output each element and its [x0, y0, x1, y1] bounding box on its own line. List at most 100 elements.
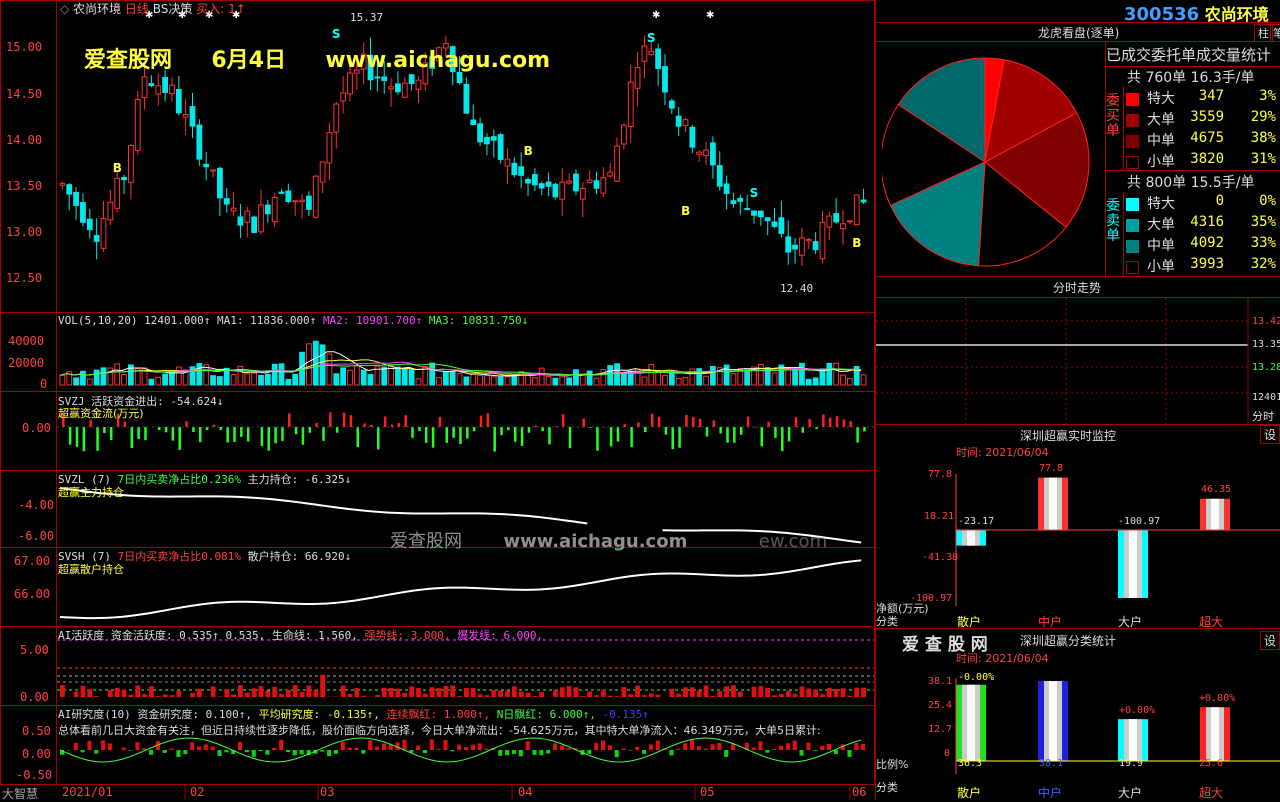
flow-bar	[671, 427, 674, 449]
sell-row: 中单409233%	[1126, 235, 1276, 255]
sell-row: 小单399332%	[1126, 256, 1276, 276]
volume-bar	[457, 373, 462, 385]
candle-body	[464, 84, 469, 113]
date-2: 03	[320, 785, 334, 799]
ai-bar	[122, 689, 127, 697]
flow-bar	[582, 419, 585, 427]
candle-body	[108, 202, 113, 220]
air-bar	[601, 740, 605, 750]
air-bar	[553, 743, 557, 750]
air-bar	[806, 743, 810, 750]
price-axis-5: 12.50	[6, 271, 42, 285]
candle-body	[546, 182, 551, 186]
watermark-url: www.aichagu.com	[325, 48, 550, 73]
buy-side-divider	[1123, 86, 1124, 170]
ai-bar	[539, 692, 544, 697]
legend-swatch-icon	[1126, 219, 1139, 232]
candle-body	[847, 221, 852, 222]
air-bar	[176, 750, 180, 757]
ai-bar	[560, 687, 565, 697]
flow-bar	[144, 427, 147, 440]
flow-bar	[267, 427, 270, 451]
candle-body	[779, 218, 784, 234]
air-bar	[505, 750, 509, 755]
candle-body	[67, 185, 72, 194]
ai-bar	[615, 696, 620, 697]
ai-bar	[231, 695, 236, 697]
price-axis-3: 13.50	[6, 179, 42, 193]
stroke-mode-button[interactable]: 笔	[1270, 24, 1280, 42]
volume-bar	[334, 374, 339, 385]
candle-body	[217, 168, 222, 198]
vol-value: 12401.000↑	[144, 314, 210, 327]
candle-body	[656, 49, 661, 68]
tj-val-0: 36.3	[958, 758, 982, 769]
chart-period[interactable]: 日线	[125, 2, 149, 16]
volume-bar	[122, 374, 127, 385]
ai-bar	[642, 695, 647, 697]
flow-bar	[795, 417, 798, 427]
svzl-value: 主力持仓: -6.325↓	[248, 473, 352, 486]
flow-bar	[240, 427, 243, 437]
ai-bar	[711, 696, 716, 697]
candle-body	[758, 211, 763, 217]
volume-bar	[231, 375, 236, 385]
vol-axis-1: 20000	[8, 356, 44, 370]
flow-bar	[651, 414, 654, 427]
air-bar	[135, 742, 139, 750]
intraday-chart[interactable]	[876, 298, 1280, 424]
volume-bar	[81, 371, 86, 385]
high-annotation: 15.37	[350, 11, 383, 24]
flow-bar	[398, 423, 401, 427]
candle-body	[752, 211, 757, 215]
ai-bar	[704, 685, 709, 697]
jk-val-1: 77.8	[1039, 463, 1063, 474]
flow-bar	[658, 417, 661, 427]
ai-bar	[834, 689, 839, 697]
ai-bar	[320, 675, 325, 697]
air-bar	[272, 748, 276, 750]
candle-body	[772, 222, 777, 226]
air-bar	[608, 745, 612, 750]
row-pct: 3%	[1259, 88, 1276, 104]
volume-bar	[368, 375, 373, 385]
candle-body	[252, 217, 257, 232]
svsh-value: 散户持仓: 66.920↓	[248, 550, 352, 563]
flow-bar	[89, 420, 92, 427]
candle-body	[286, 191, 291, 201]
flow-bar	[692, 417, 695, 427]
ai-bar	[170, 695, 175, 697]
flow-bar	[850, 421, 853, 427]
air-header: AI研究度(10) 资金研究度: 0.100↑, 平均研究度: -0.135↑,…	[58, 706, 649, 722]
jk-val-0: -23.17	[958, 516, 994, 527]
watermark-mid-tail: ew.com	[759, 531, 827, 552]
ai-bar	[621, 687, 626, 697]
ai-bar	[252, 688, 257, 697]
volume-bar	[820, 369, 825, 385]
ai-bar	[478, 694, 483, 697]
candle-body	[81, 203, 86, 223]
candle-body	[800, 238, 805, 255]
volume-bar	[505, 377, 510, 385]
volume-bar	[464, 377, 469, 385]
volume-bar	[841, 375, 846, 385]
ai-bar	[786, 691, 791, 697]
tj-val-2: 19.9	[1119, 758, 1143, 769]
row-count: 347	[1199, 88, 1224, 104]
jk-top-divider	[876, 424, 1280, 425]
air-bar	[87, 741, 91, 750]
air-name: AI研究度(10)	[58, 708, 131, 721]
tj-settings-button[interactable]: 设	[1260, 631, 1280, 650]
volume-bar	[827, 363, 832, 385]
ai-bar	[574, 687, 579, 697]
flow-bar	[185, 421, 188, 427]
ai-bar	[293, 685, 298, 697]
candle-body	[87, 219, 92, 229]
row-pct: 31%	[1251, 151, 1276, 167]
ai-bar	[800, 686, 805, 697]
volume-bar	[87, 379, 92, 385]
ai-bar	[402, 693, 407, 697]
watermark-date: 6月4日	[211, 48, 286, 73]
flow-bar	[83, 427, 86, 451]
jk-settings-button[interactable]: 设	[1260, 425, 1280, 444]
